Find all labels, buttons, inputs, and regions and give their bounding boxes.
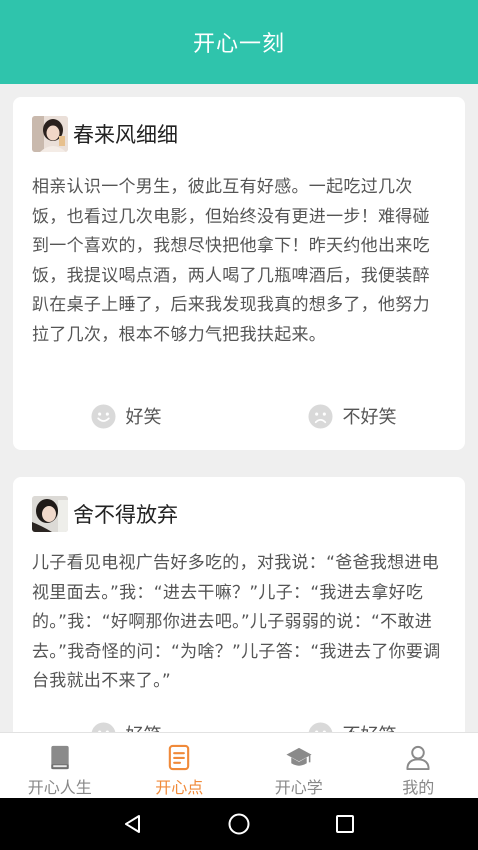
avatar[interactable] [32,496,68,532]
graduation-cap-icon [286,747,312,766]
joke-feed[interactable]: 春来风细细 相亲认识一个男生，彼此互有好感。一起吃过几次饭，也看过几次电影，但始… [0,84,478,732]
funny-label: 好笑 [126,721,162,732]
tab-label: 开心点 [155,778,204,797]
not-funny-label: 不好笑 [342,407,397,428]
not-funny-button[interactable]: 不好笑 [239,717,465,732]
not-funny-label: 不好笑 [343,721,397,732]
page-title: 开心一刻 [192,32,285,57]
tab-learn[interactable]: 开心学 [239,733,359,798]
vote-bar: 好笑 不好笑 [13,717,465,732]
frown-icon [308,721,332,732]
book-icon [51,745,69,770]
author-name: 春来风细细 [73,123,178,147]
app-header: 开心一刻 [0,0,478,84]
vote-bar: 好笑 不好笑 [13,399,465,433]
tab-label: 我的 [402,778,435,797]
avatar[interactable] [32,116,68,152]
person-icon [406,745,430,771]
funny-label: 好笑 [125,407,162,428]
tab-label: 开心人生 [27,778,92,797]
not-funny-button[interactable]: 不好笑 [239,399,465,433]
author-name: 舍不得放弃 [73,503,178,527]
tab-jokes[interactable]: 开心点 [120,733,240,798]
home-circle-icon [228,813,250,835]
post-author[interactable]: 春来风细细 [32,116,178,152]
tab-label: 开心学 [274,778,323,797]
smile-icon [91,721,115,732]
funny-button[interactable]: 好笑 [13,717,239,732]
bottom-tab-bar: 开心人生 开心点 开心学 我的 [0,732,478,798]
document-icon [169,744,190,771]
system-navigation-bar [0,798,478,850]
joke-card: 春来风细细 相亲认识一个男生，彼此互有好感。一起吃过几次饭，也看过几次电影，但始… [13,97,465,450]
recents-button[interactable] [325,804,365,844]
back-triangle-icon [125,815,140,833]
tab-profile[interactable]: 我的 [359,733,478,798]
smile-icon [90,403,116,429]
frown-icon [307,403,333,429]
post-author[interactable]: 舍不得放弃 [32,496,178,532]
joke-text: 儿子看见电视广告好多吃的，对我说：“爸爸我想进电视里面去。”我：“进去干嘛？”儿… [32,553,441,691]
home-button[interactable] [219,804,259,844]
recents-square-icon [336,815,354,833]
tab-life[interactable]: 开心人生 [0,733,120,798]
funny-button[interactable]: 好笑 [13,399,239,433]
joke-text: 相亲认识一个男生，彼此互有好感。一起吃过几次饭，也看过几次电影，但始终没有更进一… [32,177,430,345]
joke-card: 舍不得放弃 儿子看见电视广告好多吃的，对我说：“爸爸我想进电视里面去。”我：“进… [13,477,465,732]
back-button[interactable] [113,804,153,844]
